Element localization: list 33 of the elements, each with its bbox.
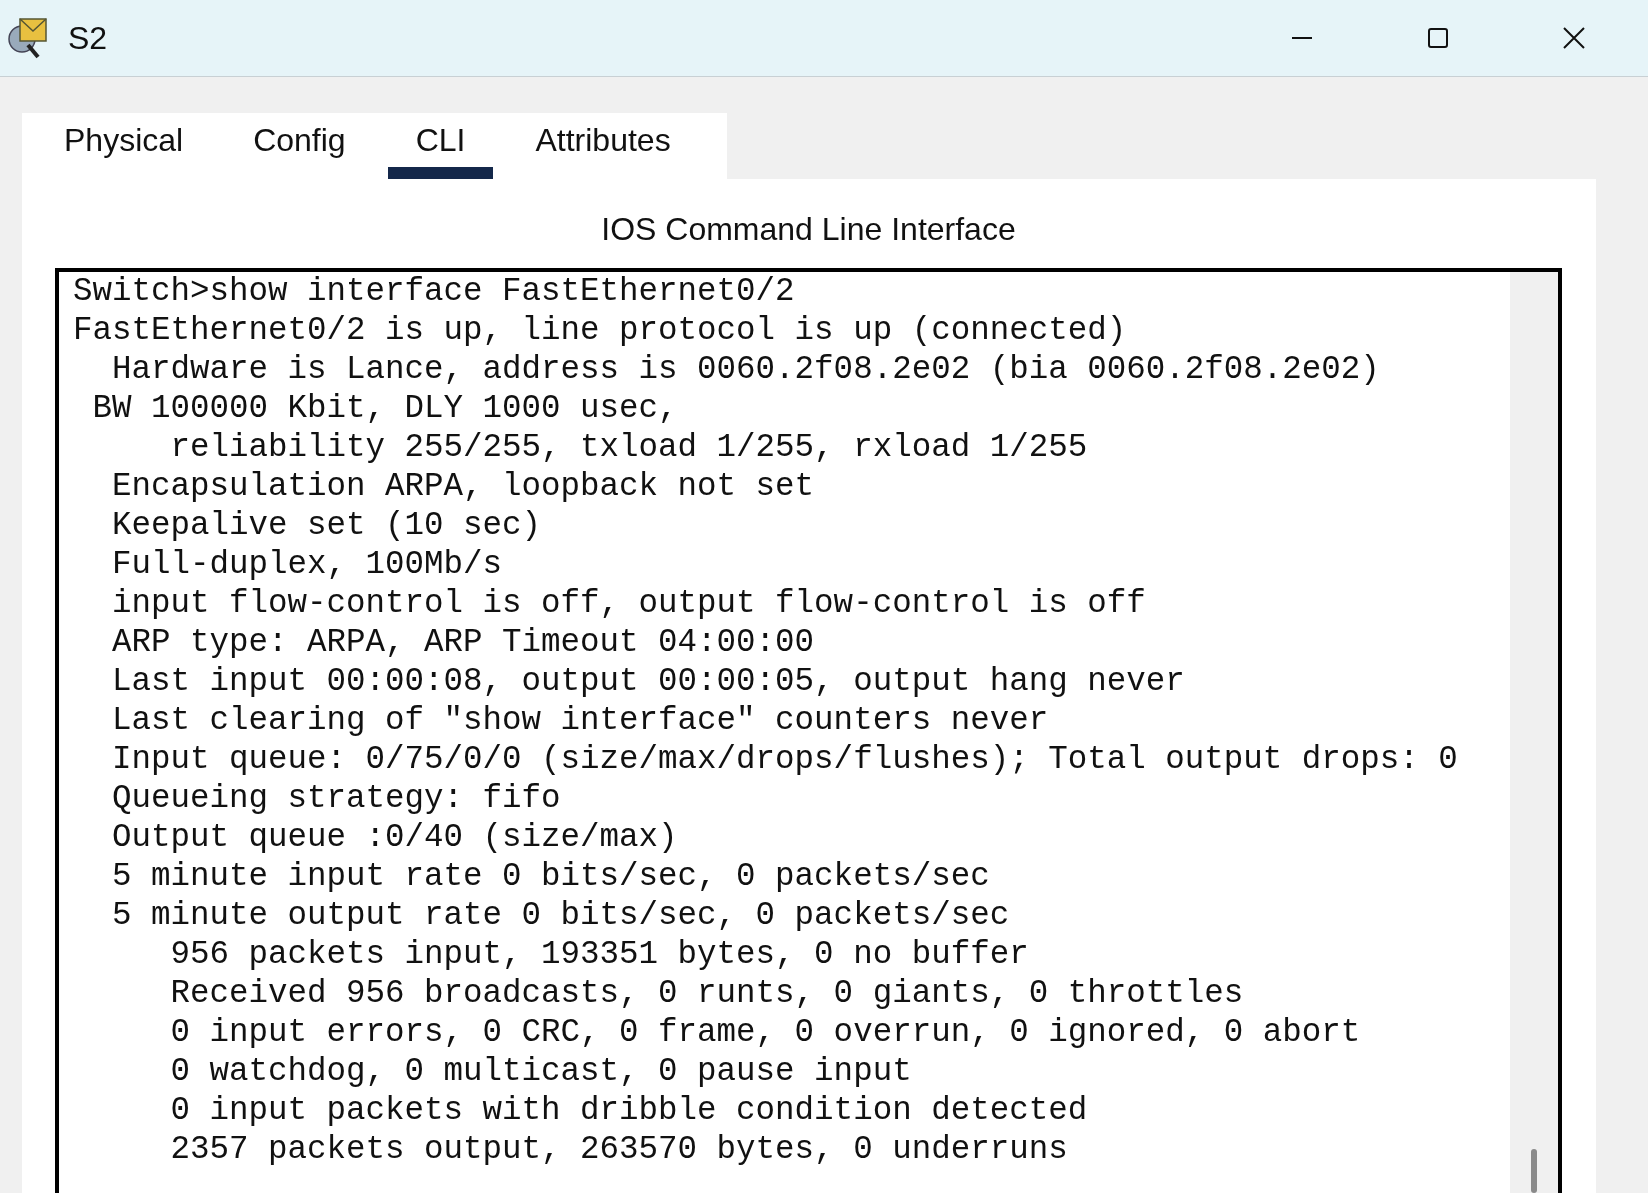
console-line: Last input 00:00:08, output 00:00:05, output hang never: [111, 662, 1186, 701]
app-icon: [6, 15, 50, 61]
console-line: 5 minute output rate 0 bits/sec, 0 packets/sec: [111, 896, 1011, 935]
console-line: Full-duplex, 100Mb/s: [111, 545, 504, 584]
console-line: 956 packets input, 193351 bytes, 0 no buffer: [169, 935, 1030, 974]
console-line: Hardware is Lance, address is 0060.2f08.2e02 (bia 0060.2f08.2e02): [111, 350, 1381, 389]
console-line: Input queue: 0/75/0/0 (size/max/drops/flushes); Total output drops: 0: [111, 740, 1459, 779]
console-line: Output queue :0/40 (size/max): [111, 818, 679, 857]
console-line: Queueing strategy: fifo: [111, 779, 562, 818]
console-line: 2357 packets output, 263570 bytes, 0 underruns: [169, 1130, 1069, 1169]
panel-title: IOS Command Line Interface: [600, 210, 1017, 249]
close-icon: [1563, 27, 1585, 49]
console-line: Keepalive set (10 sec): [111, 506, 543, 545]
console-line: 5 minute input rate 0 bits/sec, 0 packets/sec: [111, 857, 991, 896]
console-line: 0 input packets with dribble condition detected: [169, 1091, 1089, 1130]
console-line: BW 100000 Kbit, DLY 1000 usec,: [91, 389, 679, 428]
tab[interactable]: Attributes: [507, 113, 699, 179]
console-line: Switch>show interface FastEthernet0/2: [73, 272, 796, 311]
console-line: Last clearing of "show interface" counters never: [111, 701, 1050, 740]
console-line: Encapsulation ARPA, loopback not set: [111, 467, 816, 506]
console-line: reliability 255/255, txload 1/255, rxload 1/255: [169, 428, 1089, 467]
tab[interactable]: Config: [225, 113, 374, 179]
console-line: FastEthernet0/2 is up, line protocol is up (connected): [73, 311, 1128, 350]
console-line: Received 956 broadcasts, 0 runts, 0 giants, 0 throttles: [169, 974, 1245, 1013]
console-line: input flow-control is off, output flow-control is off: [111, 584, 1147, 623]
tab[interactable]: Physical: [36, 113, 212, 179]
console-line: 0 watchdog, 0 multicast, 0 pause input: [169, 1052, 913, 1091]
maximize-icon: [1428, 28, 1448, 48]
minimize-icon: [1292, 37, 1312, 39]
window-title: S2: [68, 19, 109, 57]
console-line: ARP type: ARPA, ARP Timeout 04:00:00: [111, 623, 816, 662]
console-line: 0 input errors, 0 CRC, 0 frame, 0 overrun, 0 ignored, 0 abort: [169, 1013, 1362, 1052]
scrollbar-thumb[interactable]: [1531, 1149, 1537, 1193]
